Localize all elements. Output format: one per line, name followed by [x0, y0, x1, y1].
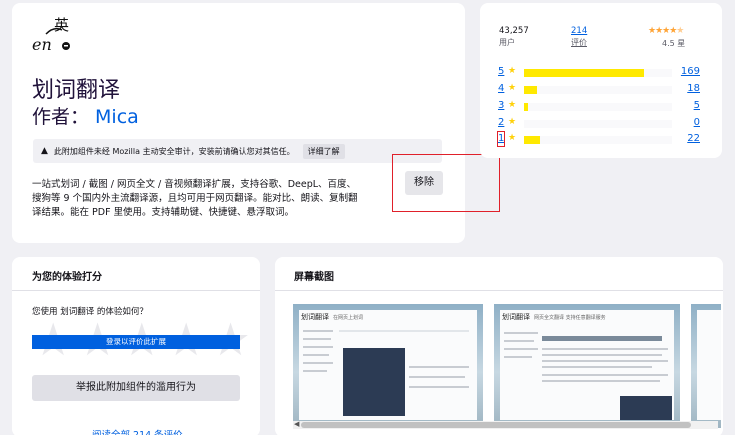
star-icon: ★ — [508, 83, 517, 93]
rating-count-link[interactable]: 5 — [694, 100, 700, 111]
author-label: 作者： — [32, 106, 90, 128]
rating-count-link[interactable]: 0 — [694, 117, 700, 128]
shot-subtitle: 网页全文翻译 支持任意翻译服务 — [534, 315, 606, 321]
users-count: 43,257 — [499, 26, 529, 36]
rate-heading: 为您的体验打分 — [32, 272, 102, 283]
screenshots-scrollbar[interactable]: ◀ — [293, 420, 718, 429]
average-rating-text: 4.5 星 — [662, 39, 686, 48]
svg-text:英: 英 — [54, 16, 69, 34]
screenshot-thumbnail[interactable]: 划词翻译 在网页上划词 — [293, 304, 483, 428]
rating-bar-row[interactable]: 5 ★ 169 — [498, 66, 708, 79]
reviews-stat[interactable]: 214 评价 — [571, 26, 587, 48]
star-icon: ★ — [508, 117, 517, 127]
average-stars: ★★★★★ — [648, 26, 684, 36]
users-stat: 43,257 用户 — [499, 26, 529, 48]
author-link[interactable]: Mica — [95, 106, 139, 128]
rating-count-link[interactable]: 169 — [681, 66, 700, 77]
shot-app-title: 划词翻译 — [502, 313, 530, 321]
security-notice: ▲ 此附加组件未经 Mozilla 主动安全审计，安装前请确认您对其信任。 详细… — [33, 139, 442, 163]
focus-highlight-box — [497, 131, 505, 147]
report-abuse-button[interactable]: 举报此附加组件的滥用行为 — [32, 375, 240, 401]
addon-description: 一站式划词 / 截图 / 网页全文 / 音视频翻译扩展，支持谷歌、DeepL、百… — [32, 179, 358, 218]
screenshot-thumbnail[interactable] — [691, 304, 721, 428]
rating-bar-row[interactable]: 4 ★ 18 — [498, 83, 708, 96]
warning-icon: ▲ — [41, 146, 48, 156]
rating-bar-fill — [524, 103, 528, 111]
star-icon: ★ — [508, 100, 517, 110]
star-level-link[interactable]: 4 — [498, 83, 504, 94]
rating-bar-track — [524, 69, 672, 77]
rating-bar-row[interactable]: 2 ★ 0 — [498, 117, 708, 130]
addon-logo: 英 en — [32, 16, 76, 56]
rating-count-link[interactable]: 22 — [687, 133, 700, 144]
reviews-count-link[interactable]: 214 — [571, 26, 587, 36]
scroll-thumb[interactable] — [301, 422, 691, 428]
notice-text: 此附加组件未经 Mozilla 主动安全审计，安装前请确认您对其信任。 — [53, 146, 295, 156]
users-label: 用户 — [499, 38, 515, 47]
addon-author: 作者： Mica — [32, 102, 139, 129]
shot-subtitle: 在网页上划词 — [333, 315, 364, 321]
read-all-reviews-link[interactable]: 阅读全部 214 条评价 — [92, 427, 183, 435]
rating-bar-track — [524, 86, 672, 94]
screenshots-divider — [275, 290, 723, 291]
rating-bar-row[interactable]: 1 ★ 22 — [498, 133, 708, 146]
login-to-rate-button[interactable]: 登录以评价此扩展 — [32, 335, 240, 349]
screenshots-heading: 屏幕截图 — [294, 272, 334, 283]
star-icon: ★ — [508, 133, 517, 143]
screenshot-thumbnail[interactable]: 划词翻译 网页全文翻译 支持任意翻译服务 — [494, 304, 680, 428]
star-level-link[interactable]: 2 — [498, 117, 504, 128]
rating-bar-track — [524, 120, 672, 128]
rating-count-link[interactable]: 18 — [687, 83, 700, 94]
rating-bar-fill — [524, 86, 537, 94]
reviews-label[interactable]: 评价 — [571, 37, 587, 48]
remove-button[interactable]: 移除 — [405, 171, 443, 195]
addon-title: 划词翻译 — [32, 78, 121, 103]
rating-bar-track — [524, 136, 672, 144]
star-level-link[interactable]: 5 — [498, 66, 504, 77]
rating-bar-row[interactable]: 3 ★ 5 — [498, 100, 708, 113]
rating-bar-fill — [524, 69, 644, 77]
star-icon: ★ — [508, 66, 517, 76]
svg-text:en: en — [32, 35, 52, 54]
rating-bar-fill — [524, 136, 540, 144]
learn-more-button[interactable]: 详细了解 — [302, 143, 345, 159]
star-level-link[interactable]: 3 — [498, 100, 504, 111]
scroll-left-icon[interactable]: ◀ — [294, 420, 299, 428]
rate-divider — [12, 290, 260, 291]
shot-app-title: 划词翻译 — [301, 313, 329, 321]
rating-bar-track — [524, 103, 672, 111]
